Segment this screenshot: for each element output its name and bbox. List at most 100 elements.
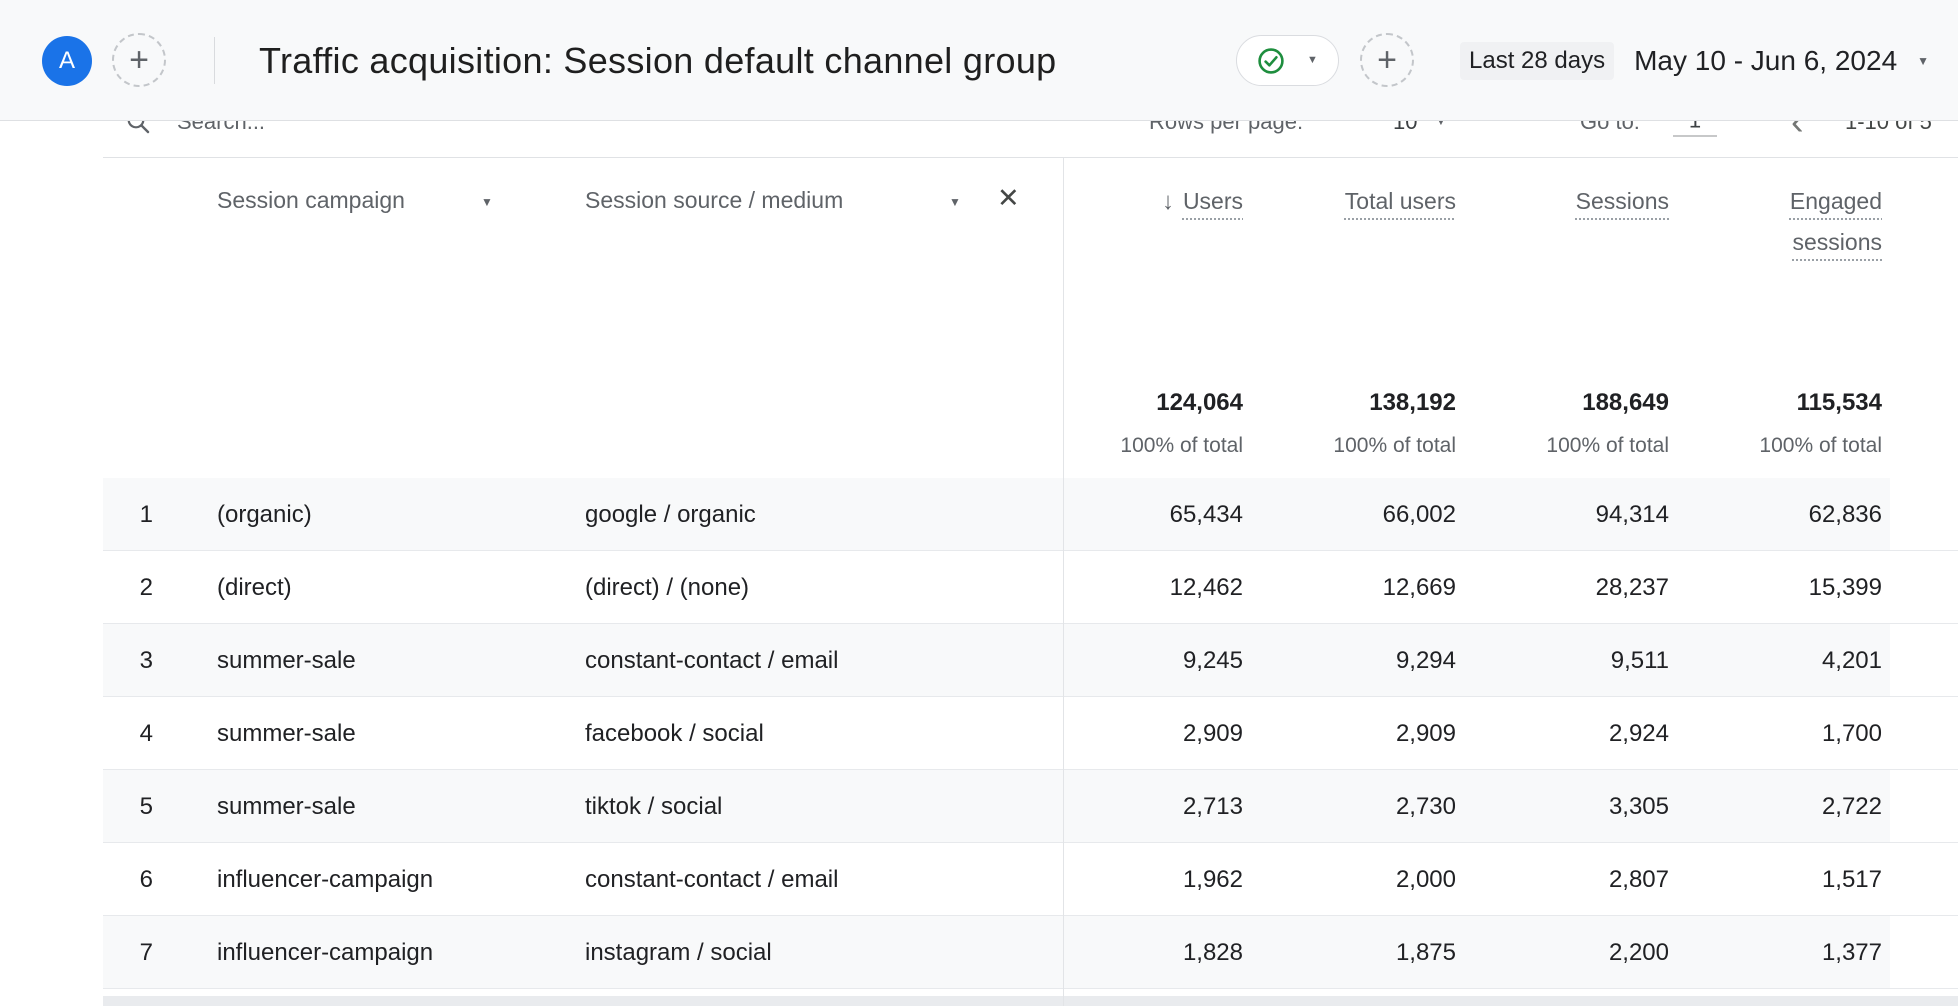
- chevron-down-icon: ▼: [1307, 55, 1318, 66]
- cell-sessions: 28,237: [1449, 551, 1669, 624]
- table-row: 4 summer-sale facebook / social 2,909 2,…: [103, 697, 1958, 770]
- cell-total-users: 2,730: [1236, 770, 1456, 843]
- cell-users: 9,245: [1023, 624, 1243, 697]
- table-row: 1 (organic) google / organic 65,434 66,0…: [103, 478, 1958, 551]
- cell-session-campaign: summer-sale: [217, 770, 356, 843]
- column-header-session-source-medium[interactable]: Session source / medium: [585, 187, 843, 217]
- metric-total-value: 115,534: [1662, 389, 1882, 417]
- metric-total: 115,534 100% of total: [1662, 389, 1882, 458]
- cell-session-source-medium: instagram / social: [585, 916, 772, 989]
- cell-session-source-medium: constant-contact / email: [585, 624, 838, 697]
- cell-total-users: 2,000: [1236, 843, 1456, 916]
- data-quality-badge[interactable]: ▼: [1236, 35, 1339, 86]
- rows-per-page-label: Rows per page:: [1149, 121, 1303, 135]
- cell-session-source-medium: facebook / social: [585, 697, 764, 770]
- cell-total-users: 66,002: [1236, 478, 1456, 551]
- search-placeholder: Search...: [177, 121, 265, 135]
- page-title: Traffic acquisition: Session default cha…: [259, 40, 1056, 82]
- cell-total-users: 9,294: [1236, 624, 1456, 697]
- horizontal-scrollbar[interactable]: [103, 996, 1958, 1006]
- cell-engaged-sessions: 1,377: [1662, 916, 1882, 989]
- metric-header-label: Users: [1183, 181, 1243, 222]
- table-row: 6 influencer-campaign constant-contact /…: [103, 843, 1958, 916]
- cell-session-campaign: influencer-campaign: [217, 916, 433, 989]
- add-comparison-button[interactable]: +: [112, 33, 166, 87]
- rows-per-page-select[interactable]: 10 ▼: [1393, 121, 1446, 135]
- cell-users: 12,462: [1023, 551, 1243, 624]
- row-index: 1: [103, 478, 153, 551]
- chevron-down-icon[interactable]: ▼: [949, 195, 961, 209]
- cell-sessions: 2,924: [1449, 697, 1669, 770]
- ga4-report-screen: A + Traffic acquisition: Session default…: [0, 0, 1958, 1006]
- metric-total-percent: 100% of total: [1662, 434, 1882, 458]
- go-to-page-input[interactable]: [1673, 121, 1717, 137]
- metric-total-percent: 100% of total: [1023, 434, 1243, 458]
- cell-session-campaign: (direct): [217, 551, 292, 624]
- cell-session-source-medium: (direct) / (none): [585, 551, 749, 624]
- metric-total-percent: 100% of total: [1236, 434, 1456, 458]
- cell-total-users: 2,909: [1236, 697, 1456, 770]
- column-header-session-campaign[interactable]: Session campaign: [217, 187, 405, 217]
- metric-total: 124,064 100% of total: [1023, 389, 1243, 458]
- metric-total-value: 138,192: [1236, 389, 1456, 417]
- cell-sessions: 3,305: [1449, 770, 1669, 843]
- cell-users: 2,909: [1023, 697, 1243, 770]
- row-index: 6: [103, 843, 153, 916]
- table-row: 2 (direct) (direct) / (none) 12,462 12,6…: [103, 551, 1958, 624]
- cell-engaged-sessions: 4,201: [1662, 624, 1882, 697]
- cell-engaged-sessions: 62,836: [1662, 478, 1882, 551]
- row-index: 5: [103, 770, 153, 843]
- close-icon[interactable]: ✕: [997, 183, 1020, 214]
- metric-header-label: Engaged sessions: [1754, 181, 1882, 263]
- report-table-card: Search... Rows per page: 10 ▼ Go to: ‹ 1…: [103, 121, 1958, 1006]
- go-to-label: Go to:: [1580, 121, 1640, 135]
- cell-users: 2,713: [1023, 770, 1243, 843]
- row-index: 2: [103, 551, 153, 624]
- metric-total-percent: 100% of total: [1449, 434, 1669, 458]
- cell-users: 1,828: [1023, 916, 1243, 989]
- cell-engaged-sessions: 15,399: [1662, 551, 1882, 624]
- cell-total-users: 12,669: [1236, 551, 1456, 624]
- table-row: 3 summer-sale constant-contact / email 9…: [103, 624, 1958, 697]
- cell-users: 1,962: [1023, 843, 1243, 916]
- cell-engaged-sessions: 1,700: [1662, 697, 1882, 770]
- chevron-down-icon[interactable]: ▼: [481, 195, 493, 209]
- dimension-metric-divider: [1063, 158, 1064, 1006]
- date-range-value: May 10 - Jun 6, 2024: [1634, 45, 1897, 77]
- metric-total-value: 188,649: [1449, 389, 1669, 417]
- row-index: 4: [103, 697, 153, 770]
- cell-sessions: 9,511: [1449, 624, 1669, 697]
- metric-header-total-users[interactable]: Total users: [1236, 181, 1456, 222]
- metric-total: 138,192 100% of total: [1236, 389, 1456, 458]
- avatar[interactable]: A: [42, 36, 92, 86]
- metric-header-users[interactable]: ↓Users: [1023, 181, 1243, 222]
- search-input[interactable]: Search...: [125, 121, 265, 135]
- table-toolbar-clip: Search... Rows per page: 10 ▼ Go to: ‹ 1…: [103, 121, 1958, 157]
- cell-session-campaign: summer-sale: [217, 697, 356, 770]
- table-row: 7 influencer-campaign instagram / social…: [103, 916, 1958, 989]
- date-range-selector[interactable]: Last 28 days May 10 - Jun 6, 2024 ▼: [1460, 0, 1929, 121]
- date-range-preset: Last 28 days: [1460, 42, 1614, 80]
- rows-per-page-value: 10: [1393, 121, 1417, 135]
- previous-page-chevron-icon[interactable]: ‹: [1791, 121, 1804, 141]
- search-icon: [125, 121, 151, 135]
- metric-header-sessions[interactable]: Sessions: [1449, 181, 1669, 222]
- sort-descending-arrow-icon: ↓: [1162, 181, 1174, 222]
- cell-sessions: 94,314: [1449, 478, 1669, 551]
- table-head-divider: [103, 157, 1958, 158]
- row-index: 7: [103, 916, 153, 989]
- pagination-count: 1-10 of 5: [1845, 121, 1932, 135]
- cell-session-campaign: (organic): [217, 478, 312, 551]
- metric-header-engaged-sessions[interactable]: Engaged sessions: [1662, 181, 1882, 263]
- table-toolbar: Search... Rows per page: 10 ▼ Go to: ‹ 1…: [103, 121, 1958, 157]
- cell-engaged-sessions: 2,722: [1662, 770, 1882, 843]
- chevron-down-icon: ▼: [1917, 55, 1929, 67]
- metric-header-label: Total users: [1345, 181, 1456, 222]
- row-index: 3: [103, 624, 153, 697]
- metric-total-value: 124,064: [1023, 389, 1243, 417]
- cell-sessions: 2,807: [1449, 843, 1669, 916]
- app-header: A + Traffic acquisition: Session default…: [0, 0, 1958, 121]
- cell-engaged-sessions: 1,517: [1662, 843, 1882, 916]
- table-row: 5 summer-sale tiktok / social 2,713 2,73…: [103, 770, 1958, 843]
- add-segment-button[interactable]: +: [1360, 33, 1414, 87]
